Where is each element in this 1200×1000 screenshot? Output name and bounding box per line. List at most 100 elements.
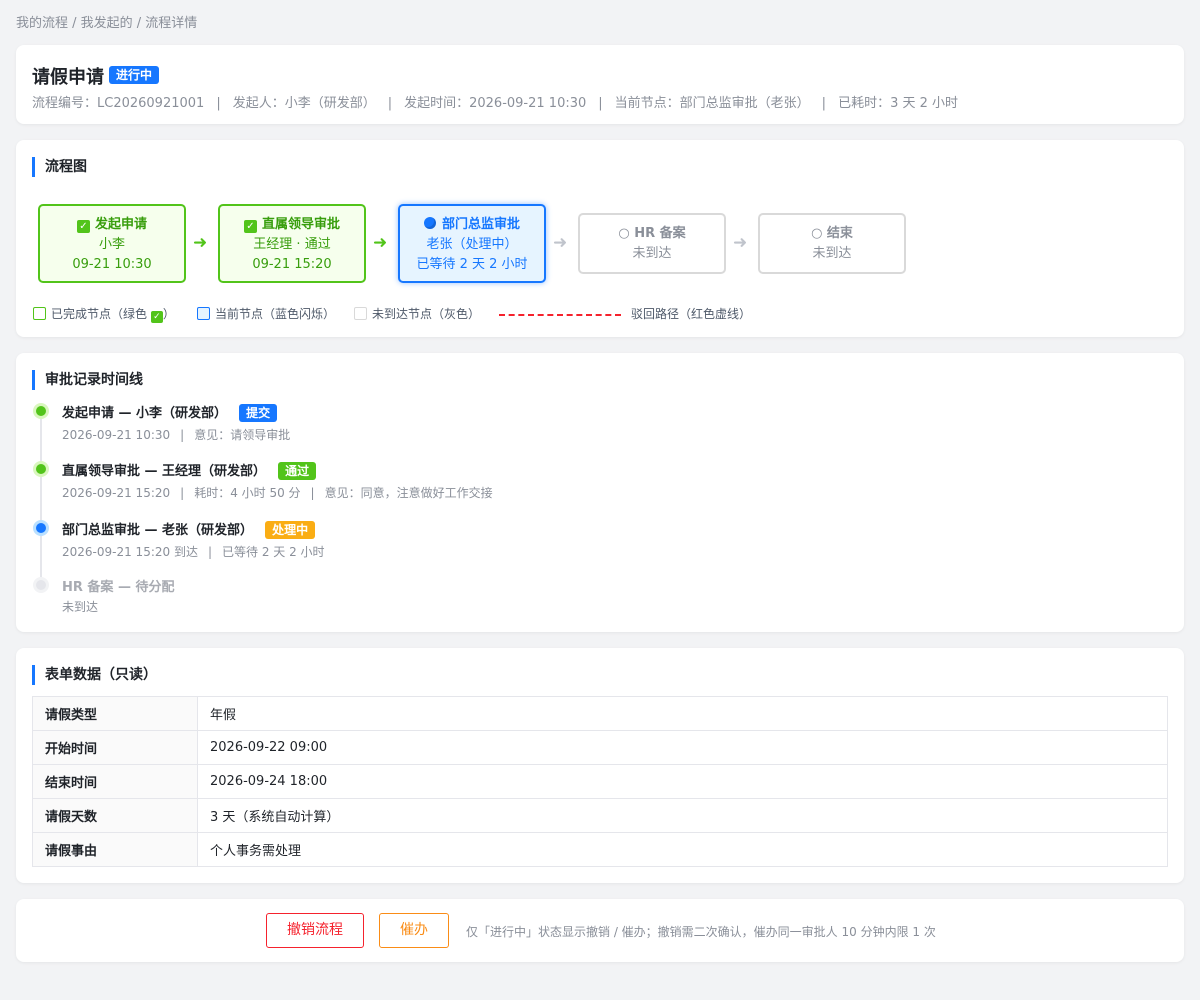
arrow-right-icon: ➜ (553, 233, 568, 253)
flow-node-hr[interactable]: ○ HR 备案 未到达 (578, 213, 726, 274)
timeline-dot-current (33, 520, 49, 536)
arrow-right-icon: ➜ (373, 233, 388, 253)
field-label: 请假天数 (32, 798, 198, 833)
legend-label: 驳回路径（红色虚线） (631, 307, 752, 321)
node-name: ○ 结束 (811, 226, 853, 241)
node-status: 未到达 (632, 246, 672, 261)
timeline-dot-done (33, 403, 49, 419)
node-status: 未到达 (812, 246, 852, 261)
legend-pending: 未到达节点（灰色） (354, 305, 480, 322)
status-badge: 进行中 (109, 66, 160, 84)
table-row: 请假事由 个人事务需处理 (32, 832, 1168, 867)
flow-chart-card: 流程图 ✓ 发起申请 小李 09-21 10:30 ➜ ✓ 直属领导审批 王经理 ·… (16, 140, 1184, 337)
timeline-duration: 已等待 2 天 2 小时 (222, 545, 325, 559)
separator: | (310, 486, 315, 500)
flow-node-leader[interactable]: ✓ 直属领导审批 王经理 · 通过 09-21 15:20 (218, 204, 366, 283)
timeline-dot-done (33, 461, 49, 477)
arrow-right-icon: ➜ (193, 233, 208, 253)
timeline-title: 发起申请 — 小李（研发部） (62, 406, 228, 421)
field-value: 个人事务需处理 (197, 832, 1168, 867)
legend-swatch (197, 307, 210, 320)
node-time: 09-21 15:20 (252, 257, 332, 272)
elapsed-time: 已耗时：3 天 2 小时 (838, 96, 959, 111)
action-hint: 仅「进行中」状态显示撤销 / 催办；撤销需二次确认，催办同一审批人 10 分钟内… (466, 925, 936, 939)
field-label: 开始时间 (32, 730, 198, 765)
timeline-title: HR 备案 — 待分配 (62, 580, 175, 595)
flow-node-start[interactable]: ✓ 发起申请 小李 09-21 10:30 (38, 204, 186, 283)
section-title: 流程图 (32, 157, 87, 177)
node-assignee: 王经理 · 通过 (253, 237, 331, 252)
legend-label: ） (162, 307, 175, 321)
timeline-item-head: HR 备案 — 待分配 (62, 576, 174, 595)
timeline-status: 未到达 (62, 600, 99, 614)
node-name: ○ HR 备案 (618, 226, 686, 241)
field-label: 请假事由 (32, 832, 198, 867)
timeline-item-sub: 未到达 (62, 598, 98, 615)
timeline-title: 直属领导审批 — 王经理（研发部） (62, 464, 267, 479)
flow-node-end[interactable]: ○ 结束 未到达 (758, 213, 906, 274)
current-node: 当前节点：部门总监审批（老张） (614, 96, 810, 111)
separator: | (180, 486, 185, 500)
field-value: 年假 (197, 696, 1168, 731)
timeline-item-head: 直属领导审批 — 王经理（研发部） 通过 (62, 460, 317, 480)
legend-swatch (33, 307, 46, 320)
check-icon: ✓ (243, 220, 257, 233)
separator: | (180, 428, 185, 442)
field-value: 3 天（系统自动计算） (197, 798, 1168, 833)
field-value: 2026-09-24 18:00 (197, 764, 1168, 799)
node-name: 部门总监审批 (441, 217, 520, 232)
section-title: 表单数据（只读） (32, 665, 157, 685)
meta-separator: | (216, 96, 221, 111)
check-icon: ✓ (150, 311, 163, 323)
legend-label: 已完成节点（绿色 (51, 307, 148, 321)
legend-reject-line (499, 314, 621, 316)
urge-button[interactable]: 催办 (379, 913, 449, 948)
field-label: 结束时间 (32, 764, 198, 799)
timeline-comment: 意见：同意，注意做好工作交接 (324, 486, 493, 500)
meta-separator: | (387, 96, 393, 111)
section-title: 审批记录时间线 (32, 370, 143, 390)
meta-separator: | (821, 96, 827, 111)
flow-meta: 流程编号：LC20260921001 | 发起人：小李（研发部） | 发起时间：2026… (32, 92, 958, 111)
timeline-item-head: 部门总监审批 — 老张（研发部） 处理中 (62, 519, 316, 539)
legend-label: 当前节点（蓝色闪烁） (215, 307, 336, 321)
legend-current: 当前节点（蓝色闪烁） (197, 305, 335, 322)
meta-separator: | (598, 96, 603, 111)
legend-done: 已完成节点（绿色 ✓） (33, 305, 175, 323)
node-time: 已等待 2 天 2 小时 (416, 257, 528, 272)
table-row: 请假天数 3 天（系统自动计算） (32, 798, 1168, 833)
timeline-axis (40, 411, 42, 586)
timeline-comment: 意见：请领导审批 (194, 428, 291, 442)
field-value: 2026-09-22 09:00 (197, 730, 1168, 765)
action-tag: 处理中 (265, 521, 316, 539)
arrow-right-icon: ➜ (733, 233, 748, 253)
cancel-flow-button[interactable]: 撤销流程 (266, 913, 364, 948)
legend-reject: 驳回路径（红色虚线） (631, 305, 751, 322)
table-row: 开始时间 2026-09-22 09:00 (32, 730, 1168, 765)
timeline-time: 2026-09-21 10:30 (62, 428, 171, 442)
node-assignee: 老张（处理中） (426, 237, 518, 252)
timeline-duration: 耗时：4 小时 50 分 (194, 486, 301, 500)
action-tag: 通过 (278, 462, 317, 480)
node-assignee: 小李 (98, 237, 125, 252)
timeline-time: 2026-09-21 15:20 到达 (62, 545, 198, 559)
table-row: 结束时间 2026-09-24 18:00 (32, 764, 1168, 799)
table-row: 请假类型 年假 (32, 696, 1168, 731)
flow-node-director[interactable]: 部门总监审批 老张（处理中） 已等待 2 天 2 小时 (398, 204, 546, 283)
page-title: 请假申请 (32, 67, 104, 88)
timeline-item-sub: 2026-09-21 10:30 | 意见：请领导审批 (62, 426, 290, 443)
header-card: 请假申请 进行中 流程编号：LC20260921001 | 发起人：小李（研发部） |… (16, 45, 1184, 124)
timeline-dot-pending (33, 577, 49, 593)
timeline-item-head: 发起申请 — 小李（研发部） 提交 (62, 402, 278, 422)
separator: | (207, 545, 212, 559)
breadcrumb: 我的流程 / 我发起的 / 流程详情 (16, 16, 198, 31)
field-label: 请假类型 (32, 696, 198, 731)
form-table: 请假类型 年假 开始时间 2026-09-22 09:00 结束时间 2026-09-… (32, 696, 1168, 867)
timeline-title: 部门总监审批 — 老张（研发部） (62, 523, 254, 538)
legend-swatch (354, 307, 367, 320)
timeline-time: 2026-09-21 15:20 (62, 486, 171, 500)
timeline-item-sub: 2026-09-21 15:20 到达 | 已等待 2 天 2 小时 (62, 543, 325, 560)
initiator: 发起人：小李（研发部） (232, 96, 376, 111)
action-tag: 提交 (239, 404, 278, 422)
form-data-card: 表单数据（只读） 请假类型 年假 开始时间 2026-09-22 09:00 结束时… (16, 648, 1184, 883)
